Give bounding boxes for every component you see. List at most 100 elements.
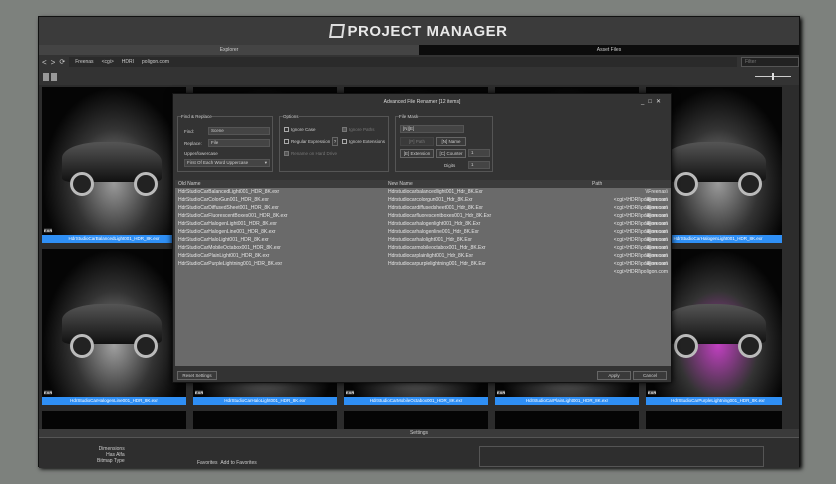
ignore-case-checkbox[interactable]: Ignore Case bbox=[284, 127, 316, 132]
find-label: Find: bbox=[184, 129, 195, 134]
table-row[interactable]: HdrStudioCarPlainLight001_HDR_8K.exr Hdrs… bbox=[175, 252, 671, 267]
properties-panel: Dimensions Has Alfa Bitmap Type Favorite… bbox=[39, 437, 799, 468]
old-name-cell: HdrStudioCarHaloLight001_HDR_8K.exr bbox=[178, 237, 269, 243]
file-mask-group: File Mask [N][E] [P] Path [N] Name [E] E… bbox=[395, 114, 493, 172]
asset-tile[interactable] bbox=[42, 411, 186, 431]
find-input[interactable]: Scene bbox=[208, 127, 270, 135]
new-name-cell: Hdrstudiocarhalolight001_Hdr_8K.Exr bbox=[388, 237, 472, 243]
table-row[interactable]: HdrStudioCarHalogenLine001_HDR_8K.exr Hdr… bbox=[175, 228, 671, 243]
breadcrumb-item[interactable]: poligon.com bbox=[142, 59, 169, 65]
format-badge: EXR bbox=[346, 390, 355, 395]
column-header-new-name[interactable]: New Name bbox=[385, 180, 590, 188]
table-row[interactable]: HdrStudioCarBalancedLight001_HDR_8K.exr H… bbox=[175, 188, 671, 203]
forward-button[interactable]: > bbox=[51, 58, 56, 67]
digits-label: Digits bbox=[444, 163, 456, 168]
view-icon[interactable] bbox=[51, 73, 57, 81]
asset-tile[interactable]: EXR HdrStudioCarHalogenLine001_HDR_8K.exr bbox=[42, 249, 186, 405]
path-cell: \\Freenas\<cgi>\HDRI\poligon.com bbox=[613, 213, 668, 227]
old-name-cell: HdrStudioCarPurpleLightning001_HDR_8K.ex… bbox=[178, 261, 283, 267]
replace-label: Replace: bbox=[184, 141, 202, 146]
settings-bar[interactable]: Settings bbox=[39, 429, 799, 437]
reset-settings-button[interactable]: Reset Settings bbox=[177, 371, 217, 380]
name-token-button[interactable]: [N] Name bbox=[436, 137, 466, 146]
counter-stepper[interactable]: 1 bbox=[468, 149, 490, 157]
old-name-cell: HdrStudioCarHalogenLight001_HDR_8K.exr bbox=[178, 221, 277, 227]
asset-tile[interactable]: EXR HdrStudioCarBalancedLight001_HDR_8K.e… bbox=[42, 87, 186, 243]
favorites-label: Favorites bbox=[197, 460, 218, 466]
case-select-value: First Of Each Word Uppercase bbox=[187, 160, 249, 165]
table-row[interactable]: HdrStudioCarMobileOctabox001_HDR_8K.exr H… bbox=[175, 244, 671, 259]
regex-help-button[interactable]: ? bbox=[332, 137, 338, 146]
asset-tile[interactable] bbox=[646, 411, 782, 431]
group-legend: Find & Replace bbox=[181, 114, 212, 119]
table-row[interactable]: HdrStudioCarHalogenLight001_HDR_8K.exr Hd… bbox=[175, 220, 671, 235]
old-name-cell: HdrStudioCarHalogenLine001_HDR_8K.exr bbox=[178, 229, 276, 235]
old-name-cell: HdrStudioCarPlainLight001_HDR_8K.exr bbox=[178, 253, 270, 259]
new-name-cell: Hdrstudiocarhalogenlight001_Hdr_8K.Exr bbox=[388, 221, 481, 227]
table-row[interactable]: HdrStudioCarFluorescentBoxes001_HDR_8K.e… bbox=[175, 212, 671, 227]
ignore-paths-checkbox[interactable]: Ignore Paths bbox=[342, 127, 375, 132]
digits-stepper[interactable]: 1 bbox=[468, 161, 490, 169]
cancel-button[interactable]: Cancel bbox=[633, 371, 667, 380]
table-row[interactable]: HdrStudioCarColorGun001_HDR_8K.exr Hdrstu… bbox=[175, 196, 671, 211]
breadcrumb: Freenas <cgi> HDRI poligon.com bbox=[69, 57, 737, 67]
column-header-old-name[interactable]: Old Name bbox=[175, 180, 385, 188]
add-to-favorites-button[interactable]: Add to Favorites bbox=[220, 460, 256, 466]
rename-on-disk-checkbox[interactable]: Rename on Hard Drive bbox=[284, 151, 337, 156]
asset-tile[interactable] bbox=[495, 411, 639, 431]
extension-token-button[interactable]: [E] Extension bbox=[400, 149, 434, 158]
old-name-cell: HdrStudioCarMobileOctabox001_HDR_8K.exr bbox=[178, 245, 281, 251]
filter-input[interactable]: Filter bbox=[741, 57, 799, 67]
replace-input[interactable]: File bbox=[208, 139, 270, 147]
thumbnail-size-slider[interactable] bbox=[755, 73, 791, 80]
maximize-button[interactable]: □ bbox=[648, 99, 656, 105]
dialog-title: Advanced File Renamer [12 items] bbox=[383, 99, 461, 105]
path-cell: \\Freenas\<cgi>\HDRI\poligon.com bbox=[613, 253, 668, 267]
new-name-cell: Hdrstudiocarplainlight001_Hdr_8K.Exr bbox=[388, 253, 474, 259]
new-name-cell: Hdrstudiocarhalogenline001_Hdr_8K.Exr bbox=[388, 229, 479, 235]
view-icon[interactable] bbox=[43, 73, 49, 81]
table-row[interactable]: HdrStudioCarDiffusedSheet001_HDR_8K.exr H… bbox=[175, 204, 671, 219]
app-title: PROJECT MANAGER bbox=[347, 22, 508, 40]
format-badge: EXR bbox=[44, 228, 53, 233]
path-cell: \\Freenas\<cgi>\HDRI\poligon.com bbox=[613, 229, 668, 243]
case-select[interactable]: First Of Each Word Uppercase ▾ bbox=[184, 159, 270, 167]
column-header-path[interactable]: Path bbox=[590, 180, 671, 188]
tab-explorer[interactable]: Explorer bbox=[39, 45, 419, 55]
path-token-button[interactable]: [P] Path bbox=[400, 137, 434, 146]
asset-label: HdrStudioCarBalancedLight001_HDR_8K.exr bbox=[42, 235, 186, 243]
breadcrumb-item[interactable]: Freenas bbox=[75, 59, 93, 65]
asset-tile[interactable] bbox=[193, 411, 337, 431]
logo-icon bbox=[329, 24, 346, 38]
ignore-extensions-checkbox[interactable]: Ignore Extensions bbox=[342, 139, 385, 144]
path-cell: \\Freenas\<cgi>\HDRI\poligon.com bbox=[613, 205, 668, 219]
close-button[interactable]: ✕ bbox=[656, 99, 665, 105]
old-name-cell: HdrStudioCarColorGun001_HDR_8K.exr bbox=[178, 197, 269, 203]
regex-checkbox[interactable]: Regular Expression bbox=[284, 139, 330, 144]
path-cell: \\Freenas\<cgi>\HDRI\poligon.com bbox=[613, 261, 668, 275]
breadcrumb-item[interactable]: HDRI bbox=[122, 59, 134, 65]
chevron-down-icon: ▾ bbox=[264, 160, 267, 165]
path-cell: \\Freenas\<cgi>\HDRI\poligon.com bbox=[613, 237, 668, 251]
breadcrumb-item[interactable]: <cgi> bbox=[102, 59, 114, 65]
path-cell: \\Freenas\<cgi>\HDRI\poligon.com bbox=[613, 221, 668, 235]
prop-bitmap-type: Bitmap Type bbox=[97, 458, 125, 464]
app-header: PROJECT MANAGER bbox=[39, 17, 799, 45]
asset-thumbnail: EXR bbox=[42, 87, 186, 235]
counter-token-button[interactable]: [C] Counter bbox=[436, 149, 466, 158]
toolbar bbox=[39, 69, 799, 85]
rename-preview-table: Old Name New Name Path HdrStudioCarBalan… bbox=[175, 180, 671, 366]
tab-asset-files[interactable]: Asset Files bbox=[419, 45, 799, 55]
table-row[interactable]: HdrStudioCarHaloLight001_HDR_8K.exr Hdrst… bbox=[175, 236, 671, 251]
path-cell: \\Freenas\<cgi>\HDRI\poligon.com bbox=[613, 197, 668, 211]
table-row[interactable]: HdrStudioCarPurpleLightning001_HDR_8K.ex… bbox=[175, 260, 671, 275]
asset-label: HdrStudioCarPurpleLightning001_HDR_8K.ex… bbox=[646, 397, 782, 405]
apply-button[interactable]: Apply bbox=[597, 371, 631, 380]
refresh-button[interactable]: ⟳ bbox=[59, 58, 65, 66]
asset-thumbnail: EXR bbox=[42, 249, 186, 397]
asset-label: HdrStudioCarHaloLight001_HDR_8K.exr bbox=[193, 397, 337, 405]
file-mask-input[interactable]: [N][E] bbox=[400, 125, 464, 133]
back-button[interactable]: < bbox=[42, 58, 47, 67]
find-replace-group: Find & Replace Find: Scene Replace: File… bbox=[177, 114, 273, 172]
asset-tile[interactable] bbox=[344, 411, 488, 431]
